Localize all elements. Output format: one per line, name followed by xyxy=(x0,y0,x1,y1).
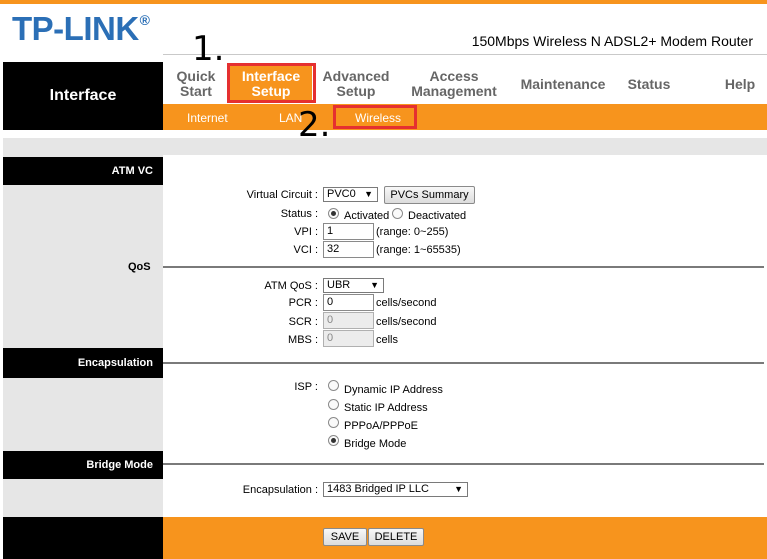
vpi-input[interactable]: 1 xyxy=(323,223,374,240)
nav-help[interactable]: Help xyxy=(718,66,762,102)
status-deactivated-text: Deactivated xyxy=(408,210,467,222)
section-bridge-mode: Bridge Mode xyxy=(3,451,163,479)
isp-option-text: PPPoA/PPPoE xyxy=(344,420,418,432)
vci-input[interactable]: 32 xyxy=(323,241,374,258)
dropdown-arrow-icon: ▼ xyxy=(364,189,373,199)
annotation-step-1: 1. xyxy=(192,29,225,69)
nav-maintenance[interactable]: Maintenance xyxy=(518,66,608,102)
mbs-label: MBS : xyxy=(288,334,318,346)
save-button[interactable]: SAVE xyxy=(323,528,367,546)
pcr-input[interactable]: 0 xyxy=(323,294,374,311)
dropdown-arrow-icon: ▼ xyxy=(454,484,463,494)
mbs-input[interactable]: 0 xyxy=(323,330,374,347)
status-activated-radio[interactable] xyxy=(328,208,339,219)
status-label: Status : xyxy=(280,208,318,220)
status-deactivated-radio[interactable] xyxy=(392,208,403,219)
annotation-step-2: 2. xyxy=(298,105,331,145)
virtual-circuit-select[interactable]: PVC0 ▼ xyxy=(323,187,378,202)
vci-range: (range: 1~65535) xyxy=(376,244,461,256)
isp-bridge-mode-radio[interactable] xyxy=(328,435,339,446)
highlight-wireless xyxy=(333,105,417,129)
mbs-unit: cells xyxy=(376,334,399,346)
encapsulation-divider xyxy=(163,362,764,364)
dropdown-arrow-icon: ▼ xyxy=(370,280,379,290)
product-name: 150Mbps Wireless N ADSL2+ Modem Router xyxy=(471,33,753,49)
scr-input[interactable]: 0 xyxy=(323,312,374,329)
isp-option-text: Bridge Mode xyxy=(344,438,407,450)
section-atm-vc: ATM VC xyxy=(3,157,163,185)
status-activated-text: Activated xyxy=(344,210,390,222)
section-encapsulation: Encapsulation xyxy=(3,348,163,378)
atm-qos-label: ATM QoS : xyxy=(264,280,318,292)
nav-quick-start[interactable]: Quick Start xyxy=(170,66,222,102)
header-divider xyxy=(163,54,767,55)
isp-dynamic-ip-radio[interactable] xyxy=(328,380,339,391)
isp-static-ip-radio[interactable] xyxy=(328,399,339,410)
encapsulation-label: Encapsulation : xyxy=(242,484,318,496)
scr-label: SCR : xyxy=(288,316,318,328)
vpi-label: VPI : xyxy=(294,226,318,238)
isp-option-text: Dynamic IP Address xyxy=(344,384,443,396)
encapsulation-select[interactable]: 1483 Bridged IP LLC ▼ xyxy=(323,482,468,497)
bridge-mode-divider xyxy=(163,463,764,465)
isp-pppoa-pppoe-radio[interactable] xyxy=(328,417,339,428)
scr-unit: cells/second xyxy=(376,316,437,328)
nav-status[interactable]: Status xyxy=(622,66,676,102)
nav-advanced-setup[interactable]: Advanced Setup xyxy=(320,66,392,102)
sub-navigation-bar xyxy=(163,104,767,130)
pcr-unit: cells/second xyxy=(376,297,437,309)
delete-button[interactable]: DELETE xyxy=(368,528,424,546)
subnav-internet[interactable]: Internet xyxy=(187,108,228,128)
footer-bar xyxy=(163,517,767,559)
isp-option-text: Static IP Address xyxy=(344,402,428,414)
nav-access-management[interactable]: Access Management xyxy=(408,66,500,102)
section-qos: QoS xyxy=(128,261,151,273)
virtual-circuit-label: Virtual Circuit : xyxy=(246,189,318,201)
qos-divider xyxy=(163,266,764,268)
content-top-strip xyxy=(3,138,767,155)
pvcs-summary-button[interactable]: PVCs Summary xyxy=(384,186,475,204)
isp-label: ISP : xyxy=(294,381,318,393)
highlight-interface-setup xyxy=(227,63,316,103)
pcr-label: PCR : xyxy=(288,297,318,309)
tp-link-logo: TP-LINK® xyxy=(12,10,150,47)
top-accent-bar xyxy=(0,0,767,4)
footer-left-block xyxy=(3,517,163,559)
vci-label: VCI : xyxy=(293,244,318,256)
section-title: Interface xyxy=(3,62,163,130)
atm-qos-select[interactable]: UBR ▼ xyxy=(323,278,384,293)
vpi-range: (range: 0~255) xyxy=(376,226,449,238)
